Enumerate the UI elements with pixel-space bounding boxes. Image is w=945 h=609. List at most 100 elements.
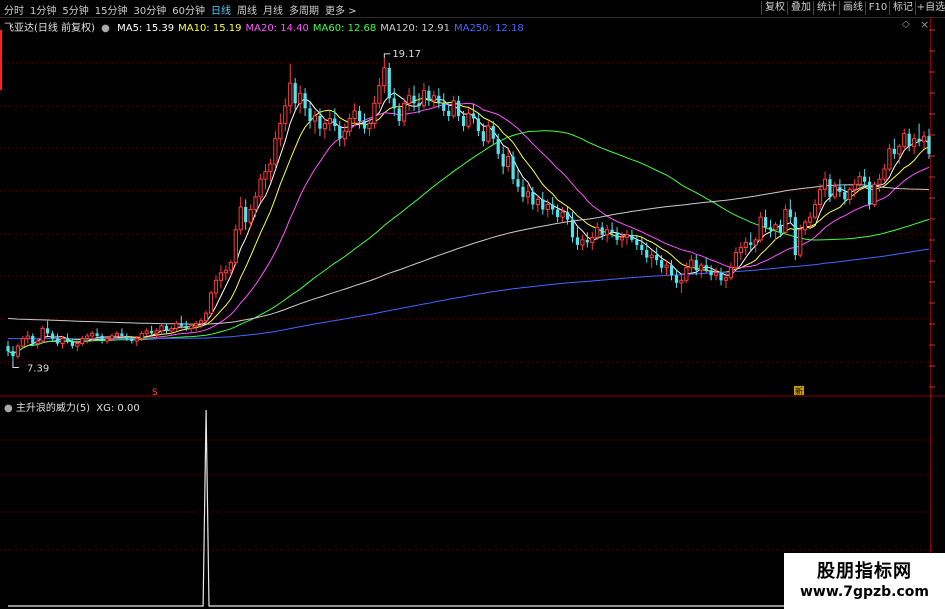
candle-body <box>159 325 164 332</box>
candle-body <box>521 186 525 197</box>
candle <box>268 158 273 182</box>
candle <box>551 196 555 215</box>
candle <box>743 237 748 256</box>
candle <box>288 63 293 114</box>
ma-legend-item-4: MA120: 12.91 <box>380 23 450 34</box>
candle-body <box>189 325 194 329</box>
candle-body <box>600 227 604 235</box>
candle <box>362 113 367 134</box>
candle-body <box>660 260 664 268</box>
candle-body <box>437 95 441 104</box>
watermark-logo: 股朋指标网 www.7gpzb.com <box>784 553 945 609</box>
ma-legend: MA5: 15.39 MA10: 15.19 MA20: 14.40 MA60: 12… <box>113 23 524 34</box>
candle-body <box>541 199 545 210</box>
candle-body <box>298 92 303 104</box>
candle <box>70 338 74 349</box>
ma-line-ma5 <box>7 92 930 355</box>
candle-body <box>927 136 931 154</box>
candle <box>392 88 396 116</box>
candle <box>238 196 243 235</box>
candle <box>298 85 303 114</box>
candle-body <box>525 191 531 198</box>
candle <box>179 315 183 329</box>
candle-body <box>501 153 505 167</box>
candle <box>283 98 288 132</box>
candle <box>352 103 357 127</box>
candle <box>921 131 927 149</box>
candle <box>843 184 847 205</box>
chart-canvas: 19.17 7.39 S 新 <box>0 17 945 609</box>
candle-body <box>887 148 892 170</box>
candle-body <box>902 133 907 147</box>
candle-body <box>847 188 852 200</box>
candle-body <box>40 327 45 342</box>
candle <box>377 78 382 109</box>
candle-body <box>125 335 129 339</box>
candle-body <box>70 341 74 347</box>
candle-body <box>80 337 85 345</box>
candle <box>278 113 283 147</box>
candle-body <box>481 131 485 142</box>
candle-body <box>630 234 634 240</box>
ma-legend-item-5: MA250: 12.18 <box>453 23 524 34</box>
candle-body <box>233 229 238 264</box>
candle <box>164 323 169 334</box>
candle <box>733 247 738 271</box>
candle-body <box>412 95 416 104</box>
candle-body <box>551 204 555 210</box>
candle-body <box>60 337 65 345</box>
candle-body <box>723 277 729 281</box>
candle-body <box>713 272 719 276</box>
candle-body <box>669 265 674 276</box>
candle <box>847 186 852 205</box>
candle-body <box>338 126 342 139</box>
candle-body <box>421 90 427 107</box>
candle <box>575 227 580 250</box>
candle <box>80 335 85 347</box>
candle-body <box>85 335 90 339</box>
collapse-icon[interactable]: ● <box>101 23 110 34</box>
candle <box>144 328 149 336</box>
candle <box>738 242 743 261</box>
candle-body <box>303 93 307 109</box>
indicator-toggle-icon[interactable]: ● <box>4 403 13 414</box>
candle-body <box>244 207 248 223</box>
candle <box>560 207 565 223</box>
candle <box>263 164 268 190</box>
candle-body <box>852 183 857 190</box>
settings-icon[interactable]: ◇ <box>902 19 910 30</box>
ma-legend-item-3: MA60: 12.68 <box>312 23 377 34</box>
candle-body <box>872 183 877 205</box>
candle-body <box>615 232 619 240</box>
logo-line2: www.7gpzb.com <box>799 584 929 600</box>
candle-body <box>333 118 337 127</box>
candle-body <box>120 333 124 336</box>
candle-body <box>783 209 788 233</box>
candle <box>817 184 823 210</box>
candle <box>189 323 194 334</box>
candle-body <box>139 332 144 339</box>
candle-body <box>699 264 704 271</box>
high-price-label: 19.17 <box>392 49 421 60</box>
candle <box>501 146 505 175</box>
close-icon[interactable]: × <box>920 18 929 31</box>
candle-body <box>417 103 421 106</box>
candle-body <box>194 322 199 327</box>
low-price-label: 7.39 <box>27 363 49 374</box>
candle-body <box>585 239 589 243</box>
ma-legend-item-0: MA5: 15.39 <box>117 23 175 34</box>
candle <box>486 121 491 144</box>
candle-body <box>208 292 214 314</box>
candle-body <box>35 340 40 345</box>
candle-body <box>223 269 228 274</box>
candle <box>442 93 446 116</box>
candle-body <box>921 135 927 142</box>
candle-body <box>610 229 614 233</box>
candle-body <box>719 272 723 281</box>
indicator-name: 主升浪的威力(5) <box>15 403 91 414</box>
candle-body <box>749 242 753 245</box>
candle <box>218 265 224 288</box>
candle-body <box>461 115 466 127</box>
candle <box>100 333 104 344</box>
candle-body <box>109 335 115 339</box>
